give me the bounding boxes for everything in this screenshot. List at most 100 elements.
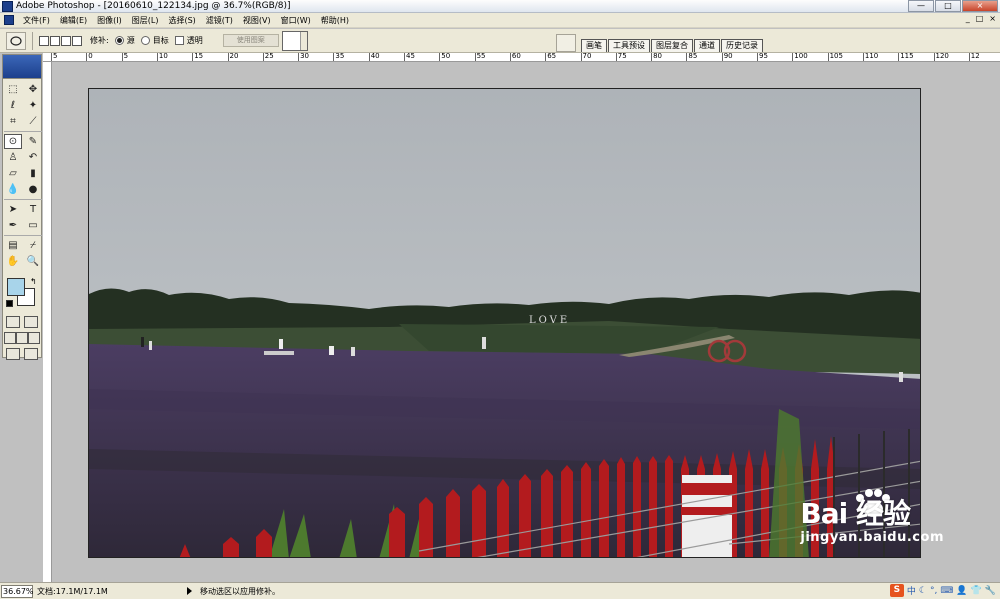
ruler-tick-label: 75 — [615, 53, 627, 61]
hand-tool-icon[interactable]: ✋ — [4, 254, 22, 269]
dodge-tool-icon[interactable]: ● — [24, 182, 42, 197]
notes-tool-icon[interactable]: ▤ — [4, 238, 22, 253]
ruler-tick-label: 60 — [509, 53, 521, 61]
move-tool-icon[interactable]: ✥ — [24, 82, 42, 97]
ruler-tick-label: 100 — [792, 53, 808, 61]
add-selection-button[interactable] — [50, 35, 60, 46]
sogou-ime-icon[interactable]: S — [889, 584, 904, 597]
gradient-tool-icon[interactable]: ▮ — [24, 166, 42, 181]
tab-tool-presets[interactable]: 工具预设 — [608, 39, 650, 52]
window-title: Adobe Photoshop - [20160610_122134.jpg @… — [16, 1, 291, 11]
tab-layer-comps[interactable]: 图层复合 — [651, 39, 693, 52]
eraser-tool-icon[interactable]: ▱ — [4, 166, 22, 181]
zoom-field[interactable]: 36.67% — [1, 584, 34, 598]
menu-filter[interactable]: 滤镜(T) — [201, 14, 238, 27]
tab-history[interactable]: 历史记录 — [721, 39, 763, 52]
user-icon[interactable]: 👤 — [956, 586, 967, 596]
zoom-tool-icon[interactable]: 🔍 — [24, 254, 42, 269]
jump-to-imageready-button[interactable] — [6, 348, 20, 360]
status-menu-arrow-icon[interactable] — [187, 587, 192, 595]
photoshop-feather-logo — [3, 55, 41, 79]
tab-channels[interactable]: 通道 — [694, 39, 720, 52]
pattern-picker[interactable] — [281, 30, 308, 51]
pen-tool-icon[interactable]: ✒ — [4, 218, 22, 233]
quick-mask-mode-button[interactable] — [24, 316, 38, 328]
history-brush-tool-icon[interactable]: ↶ — [24, 150, 42, 165]
menu-file[interactable]: 文件(F) — [18, 14, 55, 27]
blur-tool-icon[interactable]: 💧 — [4, 182, 22, 197]
magic-wand-tool-icon[interactable]: ✦ — [24, 98, 42, 113]
source-radio[interactable] — [114, 36, 124, 45]
punctuation-icon[interactable]: °, — [930, 586, 937, 596]
divider — [4, 131, 42, 132]
document-icon[interactable] — [4, 15, 14, 25]
menu-view[interactable]: 视图(V) — [238, 14, 276, 27]
maximize-button[interactable]: □ — [935, 0, 961, 12]
tab-brushes[interactable]: 画笔 — [581, 39, 607, 52]
subtract-selection-button[interactable] — [61, 35, 71, 46]
ruler-tick-label: 25 — [262, 53, 274, 61]
lasso-tool-icon[interactable]: ℓ — [4, 98, 22, 113]
menu-select[interactable]: 选择(S) — [163, 14, 200, 27]
divider — [32, 31, 33, 50]
default-colors-icon[interactable] — [6, 300, 13, 307]
moon-icon[interactable]: ☾ — [919, 586, 927, 596]
minimize-button[interactable]: — — [908, 0, 934, 12]
menu-layer[interactable]: 图层(L) — [127, 14, 164, 27]
menu-window[interactable]: 窗口(W) — [276, 14, 316, 27]
document-info[interactable]: 文档:17.1M/17.1M — [37, 586, 177, 597]
ruler-tick-label: 90 — [721, 53, 733, 61]
document-canvas[interactable]: LOVE — [88, 88, 921, 558]
clone-stamp-tool-icon[interactable]: ♙ — [4, 150, 22, 165]
foreground-color-swatch[interactable] — [7, 278, 25, 296]
wrench-icon[interactable]: 🔧 — [985, 586, 996, 596]
path-selection-tool-icon[interactable]: ➤ — [4, 202, 22, 217]
ruler-tick-label: 5 — [51, 53, 58, 61]
full-screen-mode-button[interactable] — [28, 332, 40, 344]
use-pattern-button[interactable]: 使用图案 — [222, 34, 279, 47]
standard-screen-mode-button[interactable] — [4, 332, 16, 344]
ruler-tick-label: 0 — [86, 53, 93, 61]
standard-mode-button[interactable] — [6, 316, 20, 328]
doc-close-button[interactable]: × — [989, 14, 996, 23]
menu-image[interactable]: 图像(I) — [92, 14, 127, 27]
full-screen-menu-mode-button[interactable] — [16, 332, 28, 344]
brush-tool-icon[interactable]: ✎ — [24, 134, 42, 149]
patch-icon — [10, 35, 22, 46]
status-message: 移动选区以应用修补。 — [200, 586, 280, 596]
repair-label: 修补: — [90, 36, 109, 45]
edit-in-imageready-button[interactable] — [24, 348, 38, 360]
new-selection-button[interactable] — [39, 35, 49, 46]
type-tool-icon[interactable]: T — [24, 202, 42, 217]
title-bar: Adobe Photoshop - [20160610_122134.jpg @… — [0, 0, 1000, 13]
doc-minimize-button[interactable]: _ — [966, 14, 970, 23]
status-bar: 36.67% 文档:17.1M/17.1M 移动选区以应用修补。 S 中 ☾ °… — [0, 582, 1000, 599]
file-browser-icon[interactable] — [556, 34, 576, 52]
ime-language-toggle[interactable]: 中 — [907, 584, 916, 597]
swap-colors-icon[interactable]: ↰ — [30, 277, 37, 286]
shape-tool-icon[interactable]: ▭ — [24, 218, 42, 233]
crop-tool-icon[interactable]: ⌗ — [4, 114, 22, 129]
menu-help[interactable]: 帮助(H) — [316, 14, 354, 27]
menu-edit[interactable]: 编辑(E) — [55, 14, 92, 27]
ruler-tick-label: 65 — [545, 53, 557, 61]
close-button[interactable]: × — [962, 0, 998, 12]
color-swatches: ↰ — [5, 276, 39, 310]
ruler-tick-label: 115 — [898, 53, 914, 61]
toolbox: ⬚ ✥ ℓ ✦ ⌗ ⟋ ⊙ ✎ ♙ ↶ ▱ ▮ 💧 ● ➤ T ✒ ▭ ▤ ⌿ … — [2, 54, 42, 360]
watermark-main: Bai 经验 — [800, 497, 911, 530]
ruler-tick-label: 45 — [404, 53, 415, 61]
transparent-checkbox[interactable] — [174, 36, 184, 45]
intersect-selection-button[interactable] — [72, 35, 82, 46]
target-radio[interactable] — [140, 36, 150, 45]
ruler-tick-label: 50 — [439, 53, 451, 61]
patch-tool-icon[interactable]: ⊙ — [4, 134, 22, 149]
skin-icon[interactable]: 👕 — [971, 586, 982, 596]
marquee-tool-icon[interactable]: ⬚ — [4, 82, 22, 97]
patch-tool-preset-picker[interactable] — [6, 31, 26, 50]
keyboard-icon[interactable]: ⌨ — [940, 586, 953, 596]
transparent-label: 透明 — [186, 36, 203, 45]
doc-restore-button[interactable]: □ — [976, 14, 984, 23]
slice-tool-icon[interactable]: ⟋ — [24, 114, 42, 129]
eyedropper-tool-icon[interactable]: ⌿ — [24, 238, 42, 253]
